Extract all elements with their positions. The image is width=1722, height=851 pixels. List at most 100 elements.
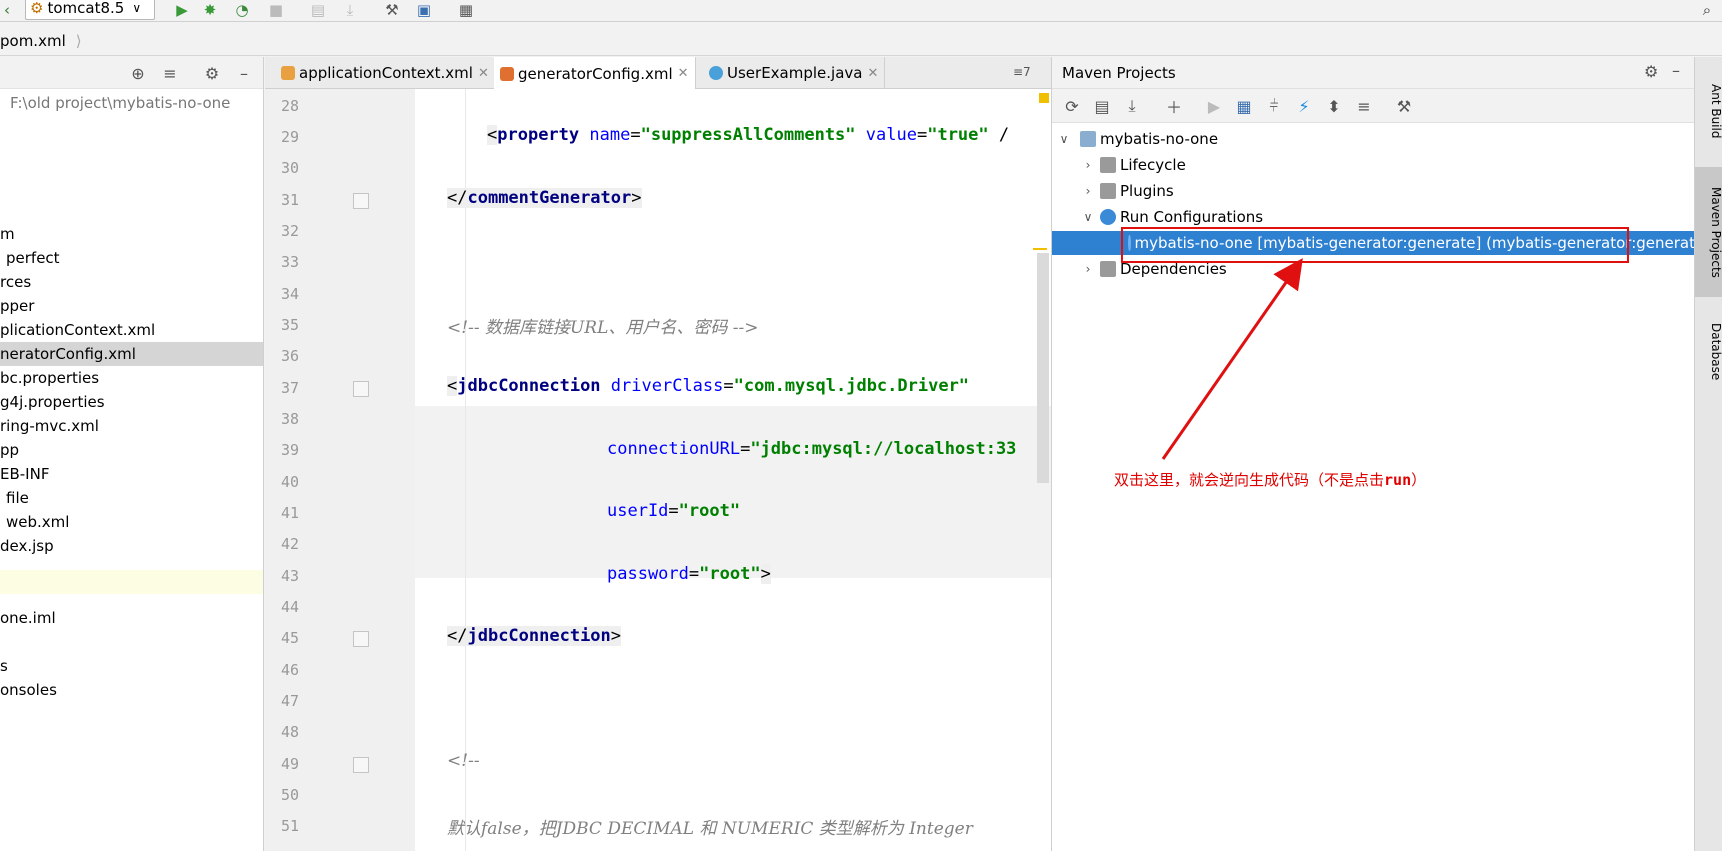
maven-projects-tab[interactable]: Maven Projects <box>1695 167 1722 297</box>
library-icon <box>1100 261 1116 277</box>
collapse-all-icon[interactable]: ≡ <box>1354 96 1374 116</box>
code-area[interactable]: <property name="suppressAllComments" val… <box>415 89 1051 851</box>
stop-icon[interactable]: ■ <box>266 0 286 20</box>
wrench-icon[interactable]: ⚒ <box>382 0 402 20</box>
close-icon[interactable]: ✕ <box>678 66 689 81</box>
maven-projects-panel: Maven Projects ⚙ – ⟳ ▤ ⤓ ＋ ▶ ▦ ⫩ ⚡ ⬍ ≡ ⚒… <box>1051 57 1695 851</box>
line-number: 43 <box>281 567 300 585</box>
close-icon[interactable]: ✕ <box>867 66 878 81</box>
maven-tree-run-configurations[interactable]: ∨ Run Configurations <box>1052 205 1695 229</box>
tree-item[interactable]: dex.jsp <box>0 534 54 558</box>
run-config-icon[interactable]: ▦ <box>1234 96 1254 116</box>
tree-item[interactable]: m <box>0 222 15 246</box>
code-line-39: connectionURL="jdbc:mysql://localhost:33 <box>607 439 1017 459</box>
annotation-text: 双击这里，就会逆向生成代码（不是点击run） <box>1114 469 1426 490</box>
tree-item[interactable]: perfect <box>0 246 60 270</box>
editor-scrollbar[interactable] <box>1037 253 1049 483</box>
tree-item-selected[interactable]: neratorConfig.xml <box>0 342 263 366</box>
run-icon[interactable]: ▶ <box>172 0 192 20</box>
chevron-right-icon[interactable]: › <box>1080 184 1096 198</box>
back-icon[interactable]: ‹ <box>0 0 14 20</box>
xml-attr: password <box>607 564 689 584</box>
tree-item-label: dex.jsp <box>0 537 54 555</box>
hide-icon[interactable]: – <box>1672 61 1680 80</box>
gear-icon[interactable]: ⚙ <box>202 63 222 83</box>
folder-icon <box>1100 157 1116 173</box>
project-structure-icon[interactable]: ▣ <box>414 0 434 20</box>
tree-item-label: g4j.properties <box>0 393 105 411</box>
skip-tests-icon[interactable]: ⚡ <box>1294 96 1314 116</box>
tree-item[interactable]: pp <box>0 438 19 462</box>
tab-user-example[interactable]: UserExample.java ✕ <box>703 57 886 89</box>
right-tool-stripe: Ant Build Maven Projects Database <box>1694 57 1722 851</box>
tree-item[interactable]: g4j.properties <box>0 390 105 414</box>
tree-item[interactable]: onsoles <box>0 678 57 702</box>
warning-marker[interactable] <box>1039 93 1049 103</box>
run-icon[interactable]: ▶ <box>1204 96 1224 116</box>
ant-build-tab[interactable]: Ant Build <box>1695 61 1722 161</box>
debug-icon[interactable]: ✸ <box>200 0 220 20</box>
sdk-icon[interactable]: ▦ <box>456 0 476 20</box>
chevron-down-icon[interactable]: ∨ <box>1080 210 1096 224</box>
wrench-icon[interactable]: ⚒ <box>1394 96 1414 116</box>
locate-icon[interactable]: ⊕ <box>128 63 148 83</box>
tree-item[interactable]: ring-mvc.xml <box>0 414 99 438</box>
database-tab[interactable]: Database <box>1695 307 1722 397</box>
project-path: F:\old project\mybatis-no-one <box>10 94 231 112</box>
fold-marker[interactable] <box>353 381 369 397</box>
chevron-right-icon[interactable]: › <box>1080 262 1096 276</box>
run-configuration-selector[interactable]: ⚙ tomcat8.5 ∨ <box>25 0 155 20</box>
tree-item[interactable]: EB-INF <box>0 462 49 486</box>
chevron-down-icon[interactable]: ∨ <box>1056 132 1072 146</box>
gear-icon[interactable]: ⚙ <box>1644 62 1658 81</box>
tree-item[interactable]: web.xml <box>0 510 69 534</box>
update-icon[interactable]: ⤓ <box>340 0 360 20</box>
generate-sources-icon[interactable]: ▤ <box>1092 96 1112 116</box>
tree-item[interactable]: plicationContext.xml <box>0 318 155 342</box>
breadcrumb-file[interactable]: pom.xml <box>0 31 76 50</box>
xml-tag: commentGenerator <box>467 188 632 208</box>
tree-item[interactable]: s <box>0 654 8 678</box>
tree-label: mybatis-no-one <box>1100 130 1219 148</box>
fold-marker[interactable] <box>353 631 369 647</box>
line-number: 31 <box>281 191 300 209</box>
tab-generator-config[interactable]: generatorConfig.xml ✕ <box>494 57 696 90</box>
show-dependencies-icon[interactable]: ⬍ <box>1324 96 1344 116</box>
xml-attr: name <box>589 125 631 145</box>
tree-item[interactable]: file <box>0 486 29 510</box>
download-icon[interactable]: ⤓ <box>1122 96 1142 116</box>
coverage-icon[interactable]: ◔ <box>232 0 252 20</box>
line-number: 33 <box>281 253 300 271</box>
line-number: 42 <box>281 535 300 553</box>
tree-item[interactable]: rces <box>0 270 31 294</box>
collapse-all-icon[interactable]: ≡ <box>160 63 180 83</box>
fold-marker[interactable] <box>353 757 369 773</box>
xml-tag: jdbcConnection <box>467 626 611 646</box>
project-panel-header: ⊕ ≡ ⚙ – <box>0 57 263 89</box>
search-icon[interactable]: ⌕ <box>1696 0 1718 20</box>
maven-tree-root[interactable]: ∨ mybatis-no-one <box>1052 127 1695 151</box>
tree-item-label: onsoles <box>0 681 57 699</box>
change-marker <box>1033 248 1047 250</box>
add-icon[interactable]: ＋ <box>1164 96 1184 117</box>
reimport-icon[interactable]: ⟳ <box>1062 96 1082 116</box>
hide-icon[interactable]: – <box>234 63 254 83</box>
project-root-row[interactable]: F:\old project\mybatis-no-one <box>0 91 230 115</box>
code-line-45: </jdbcConnection> <box>447 626 622 646</box>
maven-tree-lifecycle[interactable]: › Lifecycle <box>1052 153 1695 177</box>
code-line-49: <!-- <box>447 751 480 771</box>
tab-application-context[interactable]: applicationContext.xml ✕ <box>275 57 496 89</box>
chevron-right-icon[interactable]: › <box>1080 158 1096 172</box>
tree-item[interactable]: one.iml <box>0 606 56 630</box>
maven-tree-plugins[interactable]: › Plugins <box>1052 179 1695 203</box>
tab-overflow-menu[interactable]: ≡7 <box>1013 65 1031 79</box>
build-icon[interactable]: ▤ <box>308 0 328 20</box>
tree-item[interactable]: bc.properties <box>0 366 99 390</box>
xml-value: "root" <box>699 564 761 584</box>
line-number: 51 <box>281 817 300 835</box>
line-number: 28 <box>281 97 300 115</box>
fold-marker[interactable] <box>353 193 369 209</box>
tree-item[interactable]: pper <box>0 294 34 318</box>
toggle-offline-icon[interactable]: ⫩ <box>1264 96 1284 116</box>
close-icon[interactable]: ✕ <box>478 66 489 81</box>
